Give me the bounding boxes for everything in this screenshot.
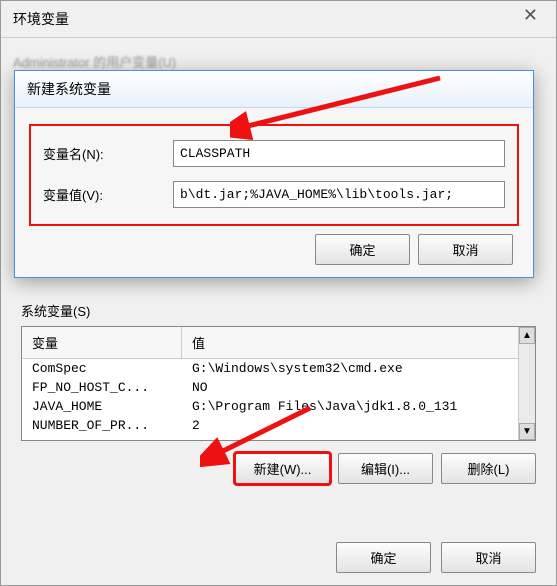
variable-name-label: 变量名(N): [43, 144, 173, 163]
table-row[interactable]: NUMBER_OF_PR... 2 [22, 416, 535, 435]
close-icon[interactable]: ✕ [523, 5, 538, 26]
scroll-up-icon[interactable]: ▲ [519, 327, 535, 344]
variable-value-input[interactable] [173, 181, 505, 208]
annotation-highlight-fields: 变量名(N): 变量值(V): [35, 130, 513, 220]
dialog-cancel-button[interactable]: 取消 [418, 234, 513, 265]
parent-buttons: 确定 取消 [336, 542, 536, 573]
variable-name-input[interactable] [173, 140, 505, 167]
new-system-variable-dialog: 新建系统变量 变量名(N): 变量值(V): 确定 取消 [14, 70, 534, 278]
parent-cancel-button[interactable]: 取消 [441, 542, 536, 573]
table-row[interactable]: ComSpec G:\Windows\system32\cmd.exe [22, 359, 535, 378]
new-button[interactable]: 新建(W)... [235, 453, 330, 484]
variable-value-label: 变量值(V): [43, 185, 173, 204]
system-vars-section: 系统变量(S) 变量 值 ComSpec G:\Windows\system32… [21, 301, 536, 484]
scroll-down-icon[interactable]: ▼ [519, 423, 535, 440]
delete-button[interactable]: 删除(L) [441, 453, 536, 484]
system-vars-label: 系统变量(S) [21, 301, 536, 320]
parent-ok-button[interactable]: 确定 [336, 542, 431, 573]
table-row[interactable]: JAVA_HOME G:\Program Files\Java\jdk1.8.0… [22, 397, 535, 416]
dialog-ok-button[interactable]: 确定 [315, 234, 410, 265]
scrollbar[interactable]: ▲ ▼ [518, 327, 535, 440]
user-vars-heading: Administrator 的用户变量(U) [13, 52, 544, 71]
parent-window-title: 环境变量 [1, 1, 556, 38]
dialog-title: 新建系统变量 [15, 71, 533, 108]
table-row[interactable]: FP_NO_HOST_C... NO [22, 378, 535, 397]
list-header: 变量 值 [22, 327, 535, 359]
col-header-name[interactable]: 变量 [22, 327, 182, 358]
col-header-value[interactable]: 值 [182, 327, 535, 358]
edit-button[interactable]: 编辑(I)... [338, 453, 433, 484]
system-vars-listbox[interactable]: 变量 值 ComSpec G:\Windows\system32\cmd.exe… [21, 326, 536, 441]
